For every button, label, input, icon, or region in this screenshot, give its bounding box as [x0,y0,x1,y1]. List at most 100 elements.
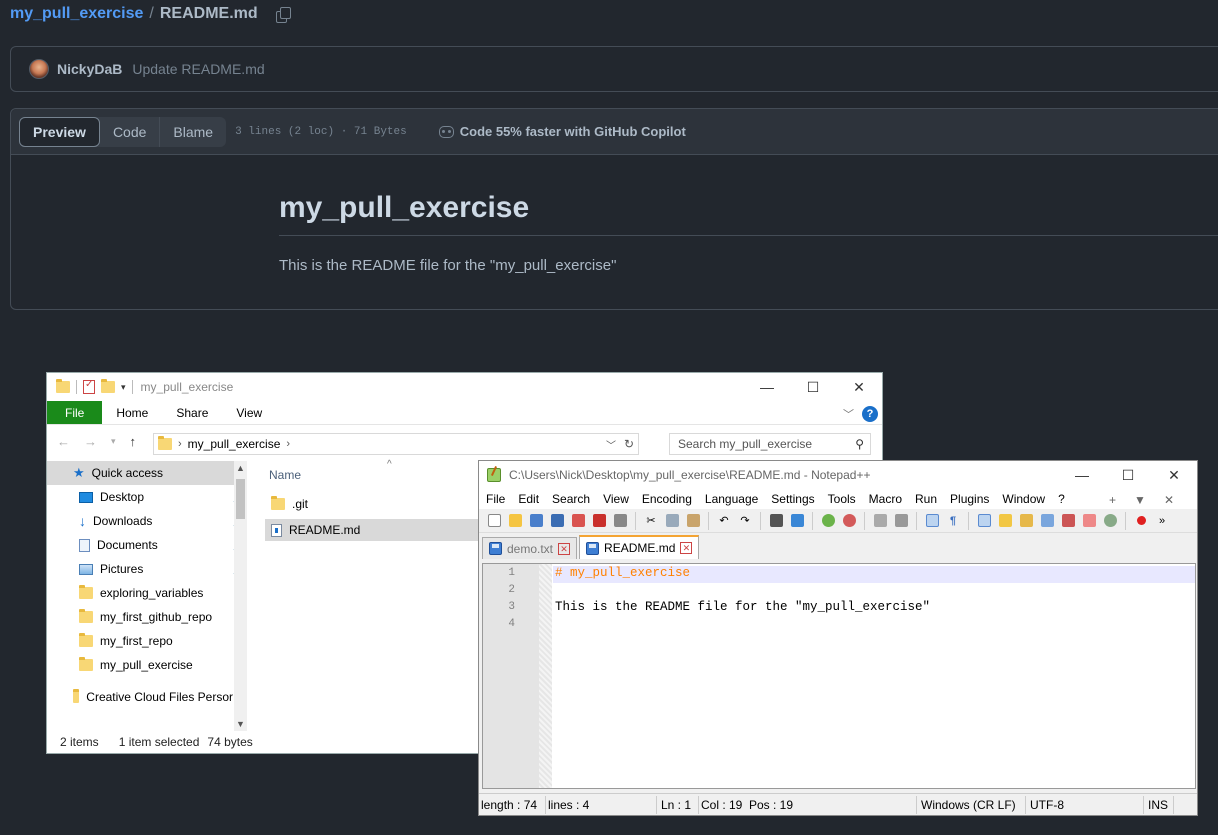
close-icon[interactable]: ✕ [836,373,882,401]
code-line[interactable] [553,617,1195,634]
close-all-icon[interactable] [590,512,608,530]
up-icon[interactable]: ↑ [130,434,137,449]
indent-guide-icon[interactable] [975,512,993,530]
file-row[interactable]: README.md [265,519,485,541]
nav-folder[interactable]: my_first_repo [47,629,247,653]
chevron-down-icon[interactable]: ﹀ [606,437,616,452]
nav-folder[interactable]: my_first_github_repo [47,605,247,629]
close-icon[interactable]: ✕ [1151,461,1197,489]
copy-path-icon[interactable] [275,6,291,23]
menu-encoding[interactable]: Encoding [642,492,698,506]
nav-desktop[interactable]: Desktop📌 [47,485,247,509]
file-row[interactable]: .git [265,493,485,515]
record-macro-icon[interactable] [1132,512,1150,530]
sync-vertical-icon[interactable] [871,512,889,530]
copy-icon[interactable] [663,512,681,530]
folder-workspace-icon[interactable] [1080,512,1098,530]
more-tools-icon[interactable]: » [1153,512,1171,530]
ribbon-file[interactable]: File [47,401,103,424]
menu-tools[interactable]: Tools [828,492,862,506]
ribbon-view[interactable]: View [222,401,276,424]
close-tab-icon[interactable]: ✕ [680,542,693,554]
menu-help[interactable]: ? [1058,492,1071,506]
copilot-promo[interactable]: Code 55% faster with GitHub Copilot [438,124,686,139]
menu-settings[interactable]: Settings [771,492,820,506]
address-path[interactable]: my_pull_exercise [188,437,281,451]
text-editor[interactable]: 1 2 3 4 # my_pull_exercise This is the R… [482,563,1196,789]
tab-demo-txt[interactable]: demo.txt ✕ [482,537,578,559]
save-icon[interactable] [527,512,545,530]
scroll-up-icon[interactable]: ▲ [236,463,245,473]
zoom-out-icon[interactable] [840,512,858,530]
help-icon[interactable]: ? [862,406,878,422]
ribbon-home[interactable]: Home [102,401,162,424]
find-icon[interactable] [767,512,785,530]
recent-locations-icon[interactable]: ▾ [111,436,116,447]
open-file-icon[interactable] [506,512,524,530]
save-all-icon[interactable] [548,512,566,530]
menu-plugins[interactable]: Plugins [950,492,995,506]
commit-author[interactable]: NickyDaB [57,61,122,77]
doc-list-icon[interactable] [1038,512,1056,530]
word-wrap-icon[interactable] [923,512,941,530]
menu-language[interactable]: Language [705,492,764,506]
nav-folder[interactable]: my_pull_exercise [47,653,247,677]
nav-creative-cloud[interactable]: Creative Cloud Files Persor [47,685,233,709]
redo-icon[interactable]: ↷ [736,512,754,530]
nav-documents[interactable]: Documents📌 [47,533,247,557]
cut-icon[interactable]: ✂ [642,512,660,530]
minimize-icon[interactable]: — [744,373,790,401]
customize-qat-icon[interactable]: ▾ [121,382,126,393]
nav-folder[interactable]: exploring_variables [47,581,247,605]
nav-pictures[interactable]: Pictures📌 [47,557,247,581]
new-file-icon[interactable] [485,512,503,530]
udl-icon[interactable] [996,512,1014,530]
chevron-right-icon[interactable]: › [286,438,290,450]
menu-view[interactable]: View [603,492,635,506]
maximize-icon[interactable]: ☐ [790,373,836,401]
paste-icon[interactable] [684,512,702,530]
new-folder-icon[interactable] [101,379,115,393]
menu-search[interactable]: Search [552,492,596,506]
properties-icon[interactable] [83,379,95,394]
menu-run[interactable]: Run [915,492,943,506]
close-tab-icon[interactable]: ✕ [1164,493,1174,507]
avatar[interactable] [29,59,49,79]
tab-readme-md[interactable]: README.md ✕ [579,535,700,559]
nav-scrollbar[interactable]: ▲ ▼ [234,461,247,731]
print-icon[interactable] [611,512,629,530]
sync-horizontal-icon[interactable] [892,512,910,530]
tab-list-icon[interactable]: ▼ [1134,493,1146,507]
commit-message[interactable]: Update README.md [132,61,264,77]
zoom-in-icon[interactable] [819,512,837,530]
show-all-chars-icon[interactable]: ¶ [944,512,962,530]
forward-icon[interactable]: → [84,434,97,449]
function-list-icon[interactable] [1059,512,1077,530]
code-line[interactable]: # my_pull_exercise [553,566,1195,583]
tab-blame[interactable]: Blame [160,117,226,147]
new-tab-icon[interactable]: + [1109,493,1116,507]
menu-window[interactable]: Window [1002,492,1051,506]
doc-map-icon[interactable] [1017,512,1035,530]
monitoring-icon[interactable] [1101,512,1119,530]
menu-macro[interactable]: Macro [869,492,908,506]
close-tab-icon[interactable]: ✕ [558,542,571,555]
repo-link[interactable]: my_pull_exercise [10,5,143,23]
expand-ribbon-icon[interactable]: ﹀ [843,406,854,422]
nav-quick-access[interactable]: ★ Quick access [47,461,247,485]
address-bar[interactable]: › my_pull_exercise › ﹀ ↻ [153,433,639,455]
menu-file[interactable]: File [486,492,511,506]
tab-preview[interactable]: Preview [19,116,100,147]
tab-code[interactable]: Code [100,116,161,147]
code-line[interactable]: This is the README file for the "my_pull… [553,600,1195,617]
replace-icon[interactable] [788,512,806,530]
nav-downloads[interactable]: ↓Downloads📌 [47,509,247,533]
back-icon[interactable]: ← [57,434,70,449]
close-file-icon[interactable] [569,512,587,530]
refresh-icon[interactable]: ↻ [624,437,634,451]
menu-edit[interactable]: Edit [518,492,545,506]
fold-margin[interactable] [539,564,552,788]
code-line[interactable] [553,583,1195,600]
maximize-icon[interactable]: ☐ [1105,461,1151,489]
scroll-down-icon[interactable]: ▼ [236,719,245,729]
